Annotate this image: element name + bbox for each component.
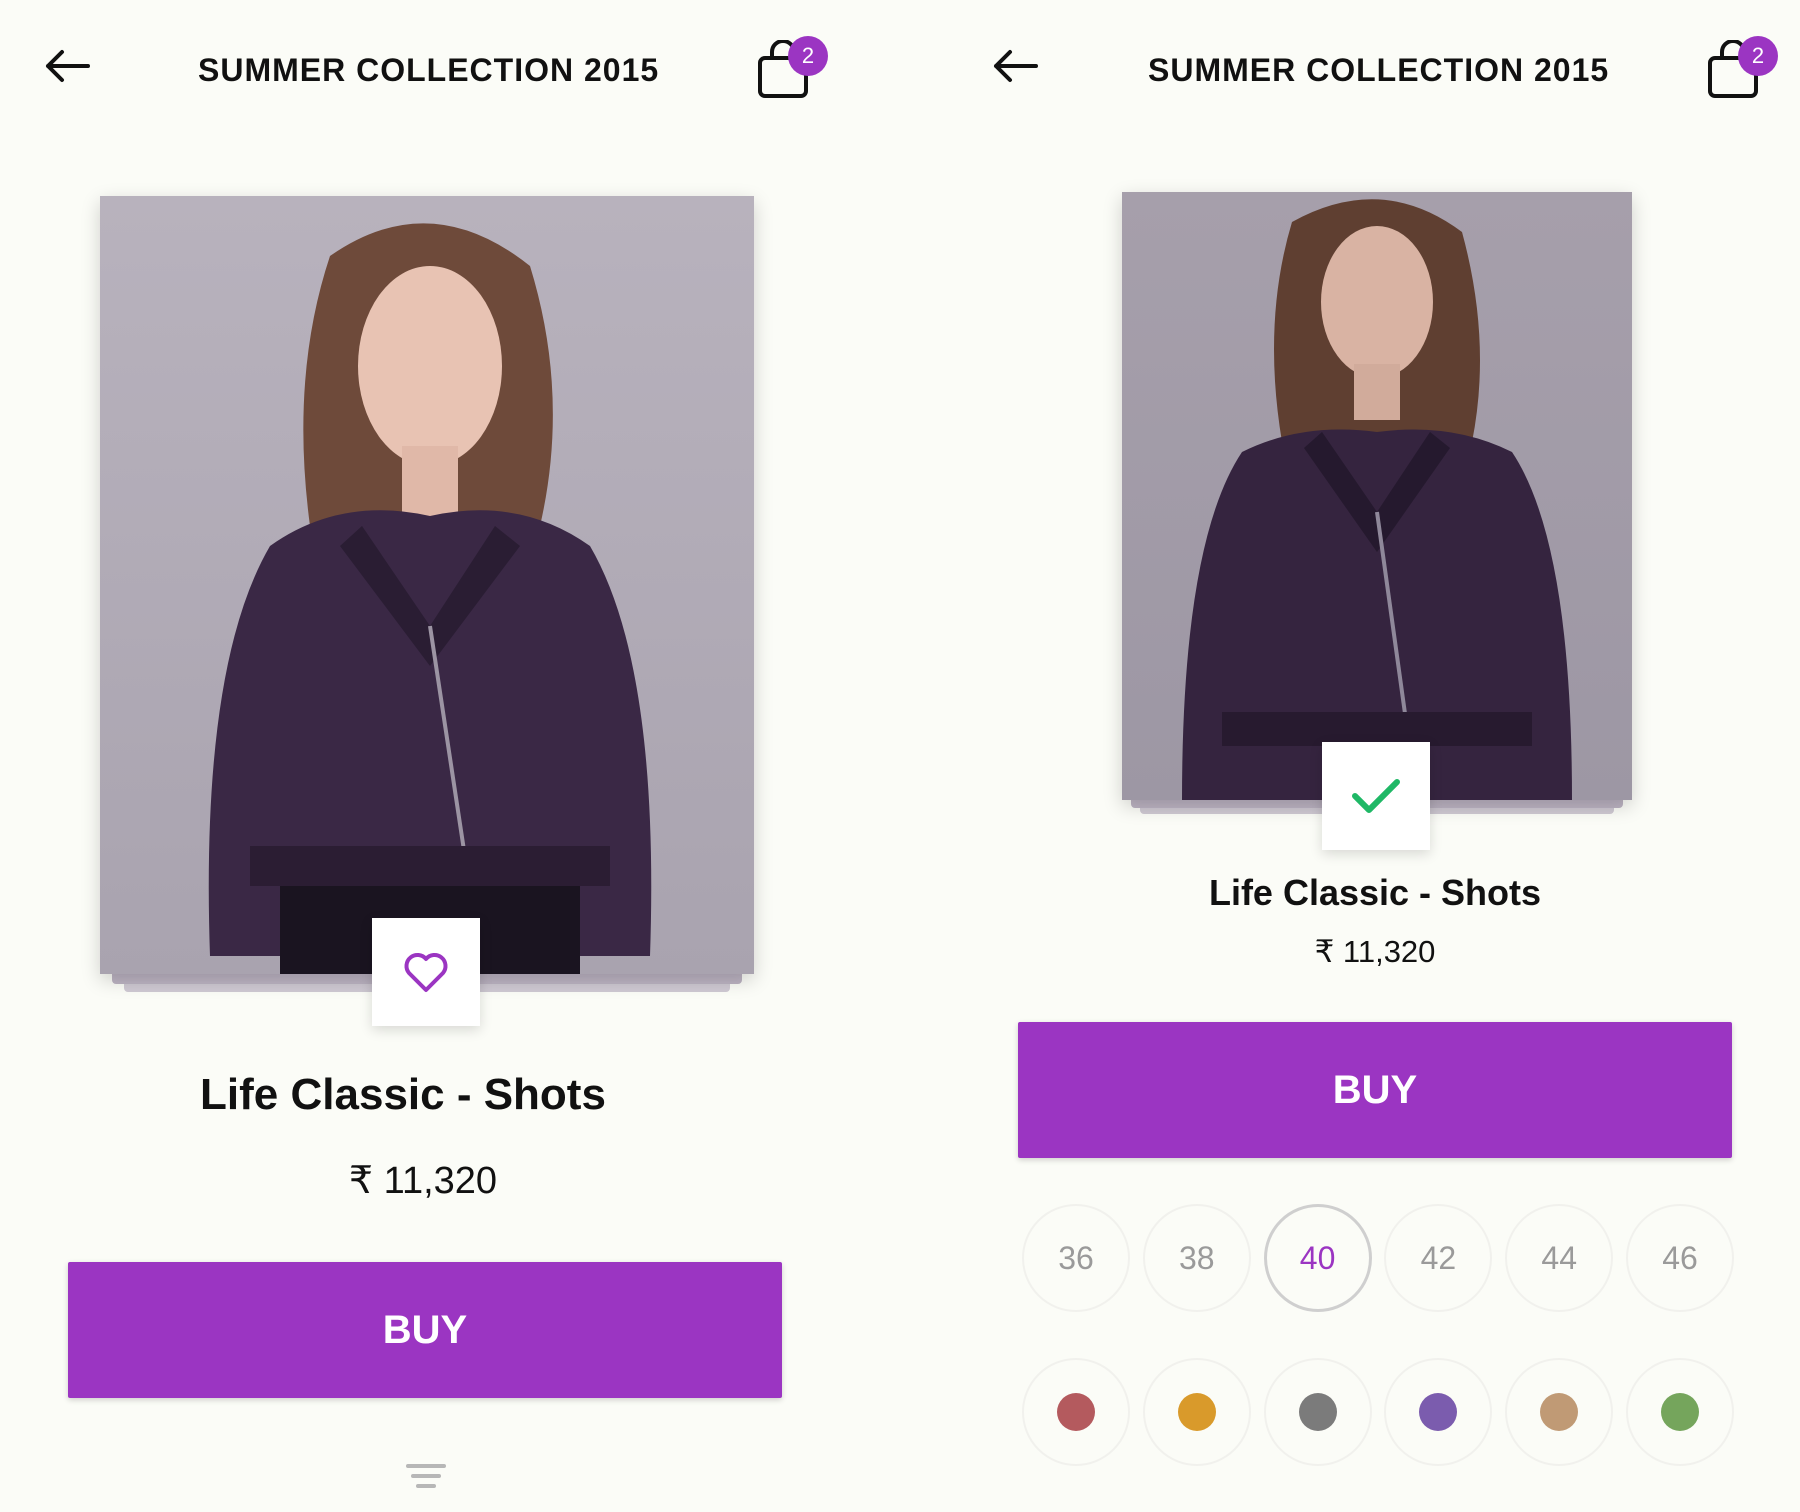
- product-price: ₹ 11,320: [348, 1160, 498, 1202]
- color-option[interactable]: [1625, 1358, 1734, 1466]
- color-swatch: [1057, 1393, 1095, 1431]
- product-name: Life Classic - Shots: [200, 1070, 606, 1119]
- product-photo[interactable]: [100, 196, 754, 974]
- color-swatch: [1540, 1393, 1579, 1431]
- back-button[interactable]: [992, 48, 1044, 88]
- color-swatch: [1660, 1393, 1699, 1431]
- added-to-cart-indicator[interactable]: [1322, 742, 1430, 850]
- size-selector: 36 38 40 42 44 46: [1022, 1204, 1734, 1316]
- product-screen-right: SUMMER COLLECTION 2015 2 Life Classic - …: [950, 0, 1800, 1512]
- menu-handle-button[interactable]: [406, 1464, 446, 1490]
- product-image-stack: [1122, 192, 1632, 814]
- checkmark-icon: [1352, 779, 1400, 813]
- size-option-38[interactable]: 38: [1142, 1204, 1251, 1312]
- color-swatch: [1177, 1393, 1216, 1431]
- color-swatch: [1419, 1393, 1458, 1431]
- product-name: Life Classic - Shots: [1208, 872, 1542, 913]
- buy-button[interactable]: BUY: [68, 1262, 782, 1398]
- size-option-46[interactable]: 46: [1625, 1204, 1734, 1312]
- color-option[interactable]: [1263, 1358, 1372, 1466]
- cart-count-badge: 2: [788, 36, 828, 76]
- color-swatch: [1298, 1393, 1337, 1431]
- size-option-36[interactable]: 36: [1022, 1204, 1130, 1312]
- cart-button[interactable]: 2: [752, 30, 832, 100]
- back-arrow-icon: [994, 50, 1038, 82]
- color-option[interactable]: [1384, 1358, 1493, 1466]
- size-option-40[interactable]: 40: [1263, 1204, 1372, 1312]
- back-button[interactable]: [44, 48, 96, 88]
- collection-title: SUMMER COLLECTION 2015: [1148, 52, 1610, 88]
- heart-outline-icon: [404, 953, 448, 992]
- color-option[interactable]: [1022, 1358, 1130, 1466]
- wishlist-button[interactable]: [372, 918, 480, 1026]
- cart-count-badge: 2: [1738, 36, 1778, 76]
- cart-button[interactable]: 2: [1702, 30, 1782, 100]
- lines-menu-icon: [406, 1464, 446, 1488]
- color-option[interactable]: [1142, 1358, 1251, 1466]
- back-arrow-icon: [46, 50, 90, 82]
- size-option-44[interactable]: 44: [1505, 1204, 1614, 1312]
- collection-title: SUMMER COLLECTION 2015: [198, 52, 660, 88]
- product-price: ₹ 11,320: [1314, 934, 1436, 969]
- product-image-stack: [100, 196, 754, 992]
- color-selector: [1022, 1358, 1734, 1470]
- buy-button[interactable]: BUY: [1018, 1022, 1732, 1158]
- color-option[interactable]: [1505, 1358, 1614, 1466]
- product-screen-left: SUMMER COLLECTION 2015 2 Life Classic - …: [0, 0, 860, 1512]
- product-photo[interactable]: [1122, 192, 1632, 800]
- size-option-42[interactable]: 42: [1384, 1204, 1493, 1312]
